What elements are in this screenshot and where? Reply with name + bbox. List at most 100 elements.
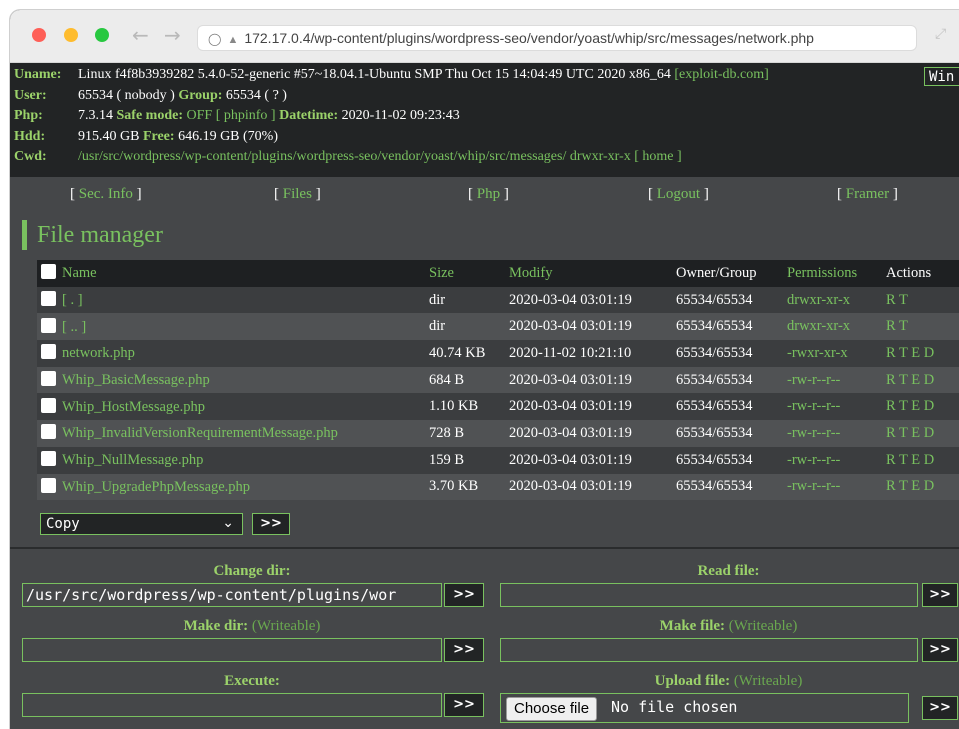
header-actions: Actions [886,260,959,287]
execute-label: Execute: [224,673,280,689]
maximize-window-button[interactable] [95,28,109,42]
close-window-button[interactable] [32,28,46,42]
change-dir-submit[interactable]: >> [444,583,484,607]
cwd-path-link[interactable]: /usr/src/wordpress/wp-content/plugins/wo… [78,149,566,164]
hdd-value: 915.40 GB [78,128,140,144]
file-permissions-link[interactable]: -rw-r--r-- [787,393,886,421]
file-actions[interactable]: R T E D [886,446,959,474]
file-name-link[interactable]: [ .. ] [62,319,86,335]
read-file-submit[interactable]: >> [922,583,958,607]
menu-sec-info[interactable]: [ Sec. Info ] [70,186,142,203]
system-info-panel: Uname: Linux f4f8b3939282 5.4.0-52-gener… [10,63,959,177]
file-actions[interactable]: R T E D [886,366,959,394]
arrow-right-icon[interactable]: → [164,23,181,47]
user-value: 65534 ( nobody ) [78,87,175,103]
uname-value: Linux f4f8b3939282 5.4.0-52-generic #57~… [78,67,671,82]
upload-file-input[interactable]: Choose file No file chosen [500,693,909,723]
header-size[interactable]: Size [429,260,509,287]
file-actions[interactable]: R T [886,286,959,314]
row-checkbox[interactable] [41,477,56,493]
row-checkbox[interactable] [41,424,56,440]
row-checkbox[interactable] [41,344,56,360]
change-dir-input[interactable]: /usr/src/wordpress/wp-content/plugins/wo… [22,583,442,607]
url-text: 172.17.0.4/wp-content/plugins/wordpress-… [244,30,814,46]
make-file-label: Make file: [659,618,726,634]
file-size: 728 B [429,420,509,447]
arrow-left-icon[interactable]: ← [132,23,149,47]
no-file-chosen-text: No file chosen [611,698,738,716]
home-link[interactable]: [ home ] [634,149,681,164]
file-name-link[interactable]: Whip_InvalidVersionRequirementMessage.ph… [62,425,338,441]
menu-logout[interactable]: [ Logout ] [648,186,709,203]
upload-label: Upload file: [654,673,731,689]
file-owner: 65534/65534 [676,366,787,394]
file-permissions-link[interactable]: drwxr-xr-x [787,286,886,314]
execute-submit[interactable]: >> [444,693,484,717]
make-dir-submit[interactable]: >> [444,638,484,662]
file-owner: 65534/65534 [676,420,787,447]
read-file-input[interactable] [500,583,918,607]
table-row: Whip_BasicMessage.php 684 B 2020-03-04 0… [37,366,959,394]
file-name-link[interactable]: [ . ] [62,292,83,308]
header-modify[interactable]: Modify [509,260,676,287]
header-name[interactable]: Name [62,265,97,281]
file-actions[interactable]: R T E D [886,393,959,421]
file-actions[interactable]: R T E D [886,473,959,501]
file-modified: 2020-03-04 03:01:19 [509,446,676,474]
upload-submit[interactable]: >> [922,696,958,720]
file-modified: 2020-03-04 03:01:19 [509,393,676,421]
file-name-link[interactable]: Whip_BasicMessage.php [62,372,210,388]
file-actions[interactable]: R T [886,313,959,341]
file-manager-heading: File manager [22,220,959,250]
file-owner: 65534/65534 [676,340,787,367]
expand-icon[interactable]: ⤢ [935,26,946,42]
browser-window: ← → ◯ ▲ 172.17.0.4/wp-content/plugins/word… [10,10,959,729]
win-button[interactable]: Win [924,67,959,86]
table-row: [ .. ] dir 2020-03-04 03:01:19 65534/655… [37,313,959,341]
menu-files[interactable]: [ Files ] [274,186,321,203]
row-checkbox[interactable] [41,317,56,333]
header-owner-group: Owner/Group [676,260,787,287]
phpinfo-link[interactable]: [ phpinfo ] [216,108,276,123]
file-actions[interactable]: R T E D [886,420,959,447]
group-label: Group: [178,87,223,103]
menu-php[interactable]: [ Php ] [468,186,509,203]
file-owner: 65534/65534 [676,286,787,314]
lock-icon: ▲ [227,34,239,46]
bulk-action-select[interactable]: Copy ⌄ [40,513,243,535]
exploit-db-link[interactable]: [exploit-db.com] [674,67,768,82]
menu-framer[interactable]: [ Framer ] [837,186,898,203]
file-permissions-link[interactable]: drwxr-xr-x [787,313,886,341]
file-permissions-link[interactable]: -rw-r--r-- [787,420,886,447]
change-dir-title: Change dir: [10,563,494,580]
file-manager-title: File manager [37,222,163,248]
file-name-link[interactable]: Whip_UpgradePhpMessage.php [62,479,250,495]
file-permissions-link[interactable]: -rwxr-xr-x [787,340,886,367]
file-size: 1.10 KB [429,393,509,421]
file-size: dir [429,286,509,314]
file-permissions-link[interactable]: -rw-r--r-- [787,473,886,501]
row-checkbox[interactable] [41,371,56,387]
select-all-checkbox[interactable] [41,264,56,280]
address-bar[interactable]: ◯ ▲ 172.17.0.4/wp-content/plugins/wordpres… [197,25,917,51]
upload-title: Upload file: (Writeable) [498,673,959,690]
execute-input[interactable] [22,693,442,717]
file-name-link[interactable]: Whip_NullMessage.php [62,452,203,468]
file-actions[interactable]: R T E D [886,340,959,367]
row-checkbox[interactable] [41,397,56,413]
row-checkbox[interactable] [41,451,56,467]
make-dir-input[interactable] [22,638,442,662]
make-file-writeable: (Writeable) [728,618,798,634]
make-file-input[interactable] [500,638,918,662]
file-permissions-link[interactable]: -rw-r--r-- [787,366,886,394]
minimize-window-button[interactable] [64,28,78,42]
file-permissions-link[interactable]: -rw-r--r-- [787,446,886,474]
menu-framer-label: Framer [845,186,890,202]
bulk-action-submit[interactable]: >> [252,513,290,535]
file-name-link[interactable]: Whip_HostMessage.php [62,399,205,415]
header-permissions[interactable]: Permissions [787,260,886,287]
make-file-submit[interactable]: >> [922,638,958,662]
choose-file-button[interactable]: Choose file [506,697,598,721]
row-checkbox[interactable] [41,291,56,307]
file-name-link[interactable]: network.php [62,345,135,361]
